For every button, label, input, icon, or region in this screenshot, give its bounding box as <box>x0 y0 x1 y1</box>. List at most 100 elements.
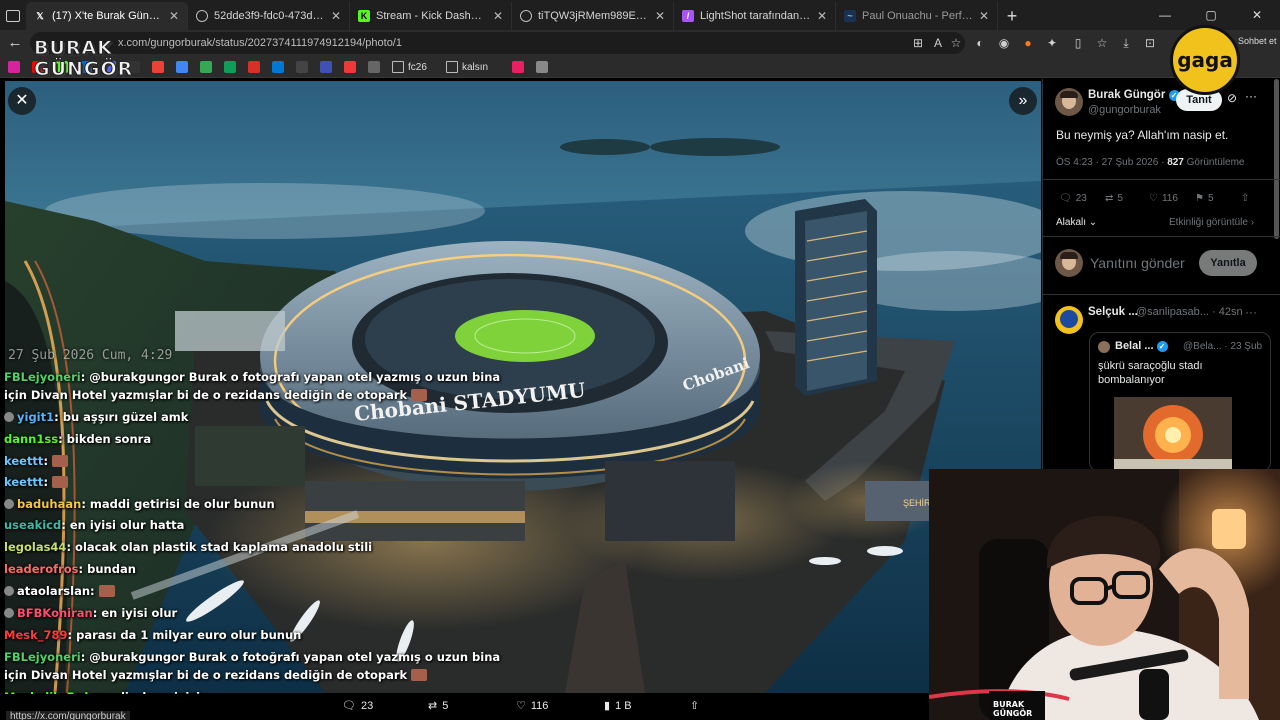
chat-username[interactable]: keettt <box>4 454 43 468</box>
bookmark-edge[interactable] <box>272 60 284 74</box>
bookmark-instagram[interactable] <box>8 60 20 74</box>
extension-icon[interactable]: ◐ <box>972 35 988 51</box>
reply-author-handle[interactable]: @sanlipasab... · 42sn <box>1136 306 1243 318</box>
reply-author-name[interactable]: Selçuk ... <box>1088 306 1138 318</box>
chat-username[interactable]: keettt <box>4 475 43 489</box>
bookmark-sheets[interactable] <box>224 60 236 74</box>
workspace-icon[interactable] <box>0 2 26 30</box>
post-timestamp[interactable]: ÖS 4:23 · 27 Şub 2026 · <box>1056 157 1164 168</box>
chat-username[interactable]: dann1ss <box>4 432 58 446</box>
tab-uuid[interactable]: 52dde3f9-fdc0-473d-908c-f3dd98 ✕ <box>188 2 350 30</box>
reply-button[interactable]: 🗨︎ 23 <box>1059 193 1087 204</box>
bookmark-vivaldi[interactable] <box>344 60 356 74</box>
download-icon[interactable]: ⤓ <box>1118 35 1134 51</box>
collections-icon[interactable]: ☆ <box>1094 35 1110 51</box>
close-tab-icon[interactable]: ✕ <box>979 9 989 23</box>
photo-like-button[interactable]: ♡ 116 <box>516 699 548 713</box>
sheets-icon <box>224 61 236 73</box>
share-button[interactable]: ⇧ <box>1241 193 1249 204</box>
tab-x-post[interactable]: 𝕏 (17) X'te Burak Güngör: "Bu neymiş ya?… <box>26 2 188 30</box>
read-aloud-icon[interactable]: A <box>930 35 946 51</box>
split-view-icon[interactable]: ⊞ <box>910 35 926 51</box>
bookmark-docs[interactable] <box>176 60 188 74</box>
close-tab-icon[interactable]: ✕ <box>817 9 827 23</box>
chat-username[interactable]: BFBKoniran <box>17 606 93 620</box>
sort-relevant-dropdown[interactable]: Alakalı ⌄ <box>1056 217 1097 228</box>
bookmark-drive[interactable] <box>200 60 212 74</box>
camera-icon[interactable]: ◉ <box>996 35 1012 51</box>
globe-icon <box>520 10 532 22</box>
reply-author-avatar[interactable] <box>1055 306 1083 334</box>
screenshot-icon[interactable]: ⊡ <box>1142 35 1158 51</box>
like-button[interactable]: ♡ 116 <box>1149 193 1178 204</box>
tab-transfermarkt[interactable]: ~ Paul Onuachu - Performans bilgileri ✕ <box>836 2 998 30</box>
bookmark-gmail[interactable] <box>152 60 164 74</box>
minimize-button[interactable]: — <box>1142 0 1188 30</box>
tab-png[interactable]: tiTQW3jRMem989EegtYAg.png (1 ✕ <box>512 2 674 30</box>
back-arrow-icon[interactable]: ← <box>6 34 24 52</box>
close-tab-icon[interactable]: ✕ <box>331 9 341 23</box>
chat-text: : bundan <box>78 562 136 576</box>
close-tab-icon[interactable]: ✕ <box>169 9 179 23</box>
post-meta: ÖS 4:23 · 27 Şub 2026 · 827 Görüntüleme <box>1056 157 1244 168</box>
chat-badge-icon <box>4 586 14 596</box>
chat-username[interactable]: yigit1 <box>17 410 54 424</box>
photo-repost-button[interactable]: ⇄ 5 <box>428 699 448 713</box>
close-photo-button[interactable]: ✕ <box>8 87 36 115</box>
grok-icon[interactable]: ⊘ <box>1227 91 1237 105</box>
url-field[interactable]: x.com/gungorburak/status/202737411197491… <box>30 32 965 54</box>
tab-lightshot[interactable]: / LightShot tarafından Ekran Görüntü ✕ <box>674 2 836 30</box>
chat-emote-icon <box>411 389 428 401</box>
status-bar-url: https://x.com/gungorburak <box>6 711 130 720</box>
repost-button[interactable]: ⇄ 5 <box>1105 193 1123 204</box>
quoted-post[interactable]: Belal ... ✓ @Bela... · 23 Şub şükrü sara… <box>1089 332 1271 472</box>
puzzle-icon[interactable]: ✦ <box>1044 35 1060 51</box>
close-tab-icon[interactable]: ✕ <box>493 9 503 23</box>
scrollbar[interactable] <box>1274 79 1279 239</box>
reply-more-icon[interactable]: ··· <box>1245 305 1257 319</box>
chat-badge-icon <box>4 499 14 509</box>
more-options-icon[interactable]: ··· <box>1245 89 1257 103</box>
bookmark-chart[interactable] <box>512 60 524 74</box>
author-avatar[interactable] <box>1055 88 1083 116</box>
chat-username[interactable]: legolas44 <box>4 540 66 554</box>
close-window-button[interactable]: ✕ <box>1234 0 1280 30</box>
lightshot-icon: / <box>682 10 694 22</box>
bookmark-shield[interactable] <box>320 60 332 74</box>
bookmark-folder-kalsın[interactable]: kalsın <box>446 60 488 74</box>
reply-submit-button[interactable]: Yanıtla <box>1199 250 1257 276</box>
bookmark-terminal[interactable] <box>296 60 308 74</box>
sidebar-icon[interactable]: ▯ <box>1070 35 1086 51</box>
bookmark-button[interactable]: ⚑ 5 <box>1195 193 1214 204</box>
bookmark-pdf[interactable] <box>248 60 260 74</box>
photo-share-button[interactable]: ⇧ <box>690 699 699 712</box>
bookmark-mail[interactable] <box>368 60 380 74</box>
chat-button[interactable]: Sohbet et <box>1238 36 1277 46</box>
streamer-logo-top: BURAK <box>34 37 113 60</box>
chat-text: : <box>90 584 95 598</box>
chat-username[interactable]: FBLejyoneri <box>4 370 81 384</box>
photo-reply-button[interactable]: 🗨︎ 23 <box>342 699 373 713</box>
extension-orange-icon[interactable]: ● <box>1020 35 1036 51</box>
photo-views-button[interactable]: ▮ 1 B <box>604 699 632 713</box>
bookmark-folder-fc26[interactable]: fc26 <box>392 60 427 74</box>
view-activity-link[interactable]: Etkinliği görüntüle › <box>1169 217 1254 228</box>
reply-icon: 🗨︎ <box>1059 193 1072 204</box>
new-tab-button[interactable]: + <box>998 2 1026 30</box>
chat-username[interactable]: useakicd <box>4 518 61 532</box>
reply-input[interactable]: Yanıtını gönder <box>1090 255 1185 271</box>
chat-username[interactable]: leaderofros <box>4 562 79 576</box>
post-views-label: Görüntüleme <box>1186 157 1245 168</box>
author-name[interactable]: Burak Güngör ✓ <box>1088 89 1180 101</box>
chat-username[interactable]: ataolarslan <box>17 584 90 598</box>
tab-kick-dashboard[interactable]: K Stream - Kick Dashboard ✕ <box>350 2 512 30</box>
chat-username[interactable]: FBLejyoneri <box>4 650 81 664</box>
chat-username[interactable]: baduhaan <box>17 497 81 511</box>
close-tab-icon[interactable]: ✕ <box>655 9 665 23</box>
quote-handle: @Bela... · 23 Şub <box>1183 341 1262 352</box>
expand-panel-button[interactable]: » <box>1009 87 1037 115</box>
chat-username[interactable]: Mesk_789 <box>4 628 68 642</box>
bookmark-globe[interactable] <box>536 60 548 74</box>
author-handle[interactable]: @gungorburak <box>1088 104 1161 116</box>
favorite-star-icon[interactable]: ☆ <box>948 35 964 51</box>
